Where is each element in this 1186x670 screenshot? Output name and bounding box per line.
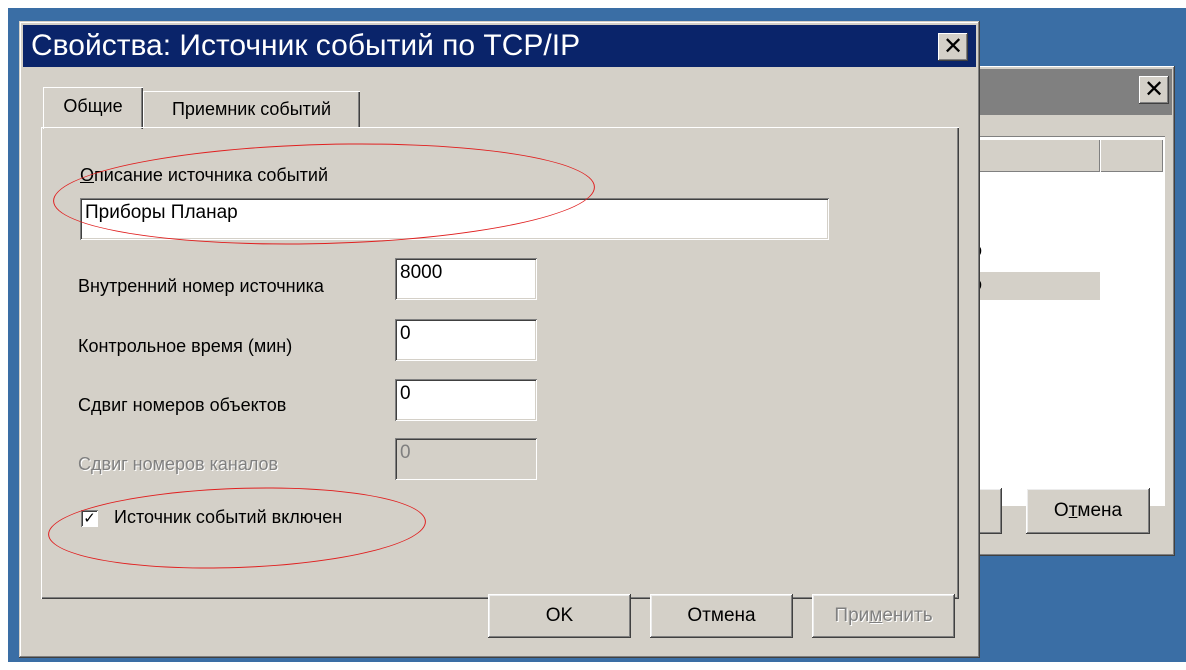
- source-number-input[interactable]: 8000: [395, 258, 537, 300]
- channel-shift-input: 0: [395, 438, 537, 480]
- background-dialog[interactable]: ✕ о о Отмена: [970, 66, 1175, 556]
- apply-button: Применить: [812, 594, 955, 638]
- close-icon: ✕: [1143, 75, 1165, 103]
- properties-dialog[interactable]: Свойства: Источник событий по TCP/IP ✕ О…: [19, 21, 980, 658]
- button-label: О: [1053, 500, 1069, 521]
- tab-general[interactable]: Общие: [43, 87, 143, 129]
- close-icon: ✕: [942, 32, 964, 60]
- source-number-value: 8000: [400, 262, 443, 283]
- control-time-label: Контрольное время (мин): [78, 336, 293, 356]
- list-column-header[interactable]: [1100, 140, 1163, 172]
- background-close-button[interactable]: ✕: [1139, 76, 1169, 104]
- list-selected-row[interactable]: [970, 272, 1100, 300]
- button-label: м: [869, 605, 883, 626]
- background-dialog-titlebar[interactable]: ✕: [973, 69, 1172, 115]
- dialog-titlebar[interactable]: Свойства: Источник событий по TCP/IP ✕: [23, 25, 976, 67]
- background-list[interactable]: о о: [970, 136, 1165, 506]
- tab-label: Приемник событий: [171, 99, 332, 119]
- button-label: При: [834, 605, 870, 626]
- button-label: енить: [882, 605, 933, 626]
- object-shift-value: 0: [400, 383, 411, 404]
- control-time-input[interactable]: 0: [395, 319, 537, 361]
- ok-button[interactable]: OK: [488, 594, 631, 638]
- tab-event-receiver[interactable]: Приемник событий: [143, 91, 360, 127]
- channel-shift-label: Сдвиг номеров каналов: [78, 454, 279, 474]
- close-button[interactable]: ✕: [938, 33, 968, 61]
- list-column-header[interactable]: [970, 140, 1100, 172]
- cancel-button[interactable]: Отмена: [650, 594, 793, 638]
- source-number-label: Внутренний номер источника: [78, 276, 324, 296]
- tab-label: Общие: [63, 96, 123, 116]
- dialog-title: Свойства: Источник событий по TCP/IP: [31, 29, 581, 62]
- object-shift-label: Сдвиг номеров объектов: [78, 395, 287, 415]
- object-shift-input[interactable]: 0: [395, 379, 537, 421]
- channel-shift-value: 0: [400, 442, 411, 463]
- control-time-value: 0: [400, 323, 411, 344]
- button-label: мена: [1077, 500, 1123, 521]
- background-cancel-button[interactable]: Отмена: [1026, 488, 1150, 534]
